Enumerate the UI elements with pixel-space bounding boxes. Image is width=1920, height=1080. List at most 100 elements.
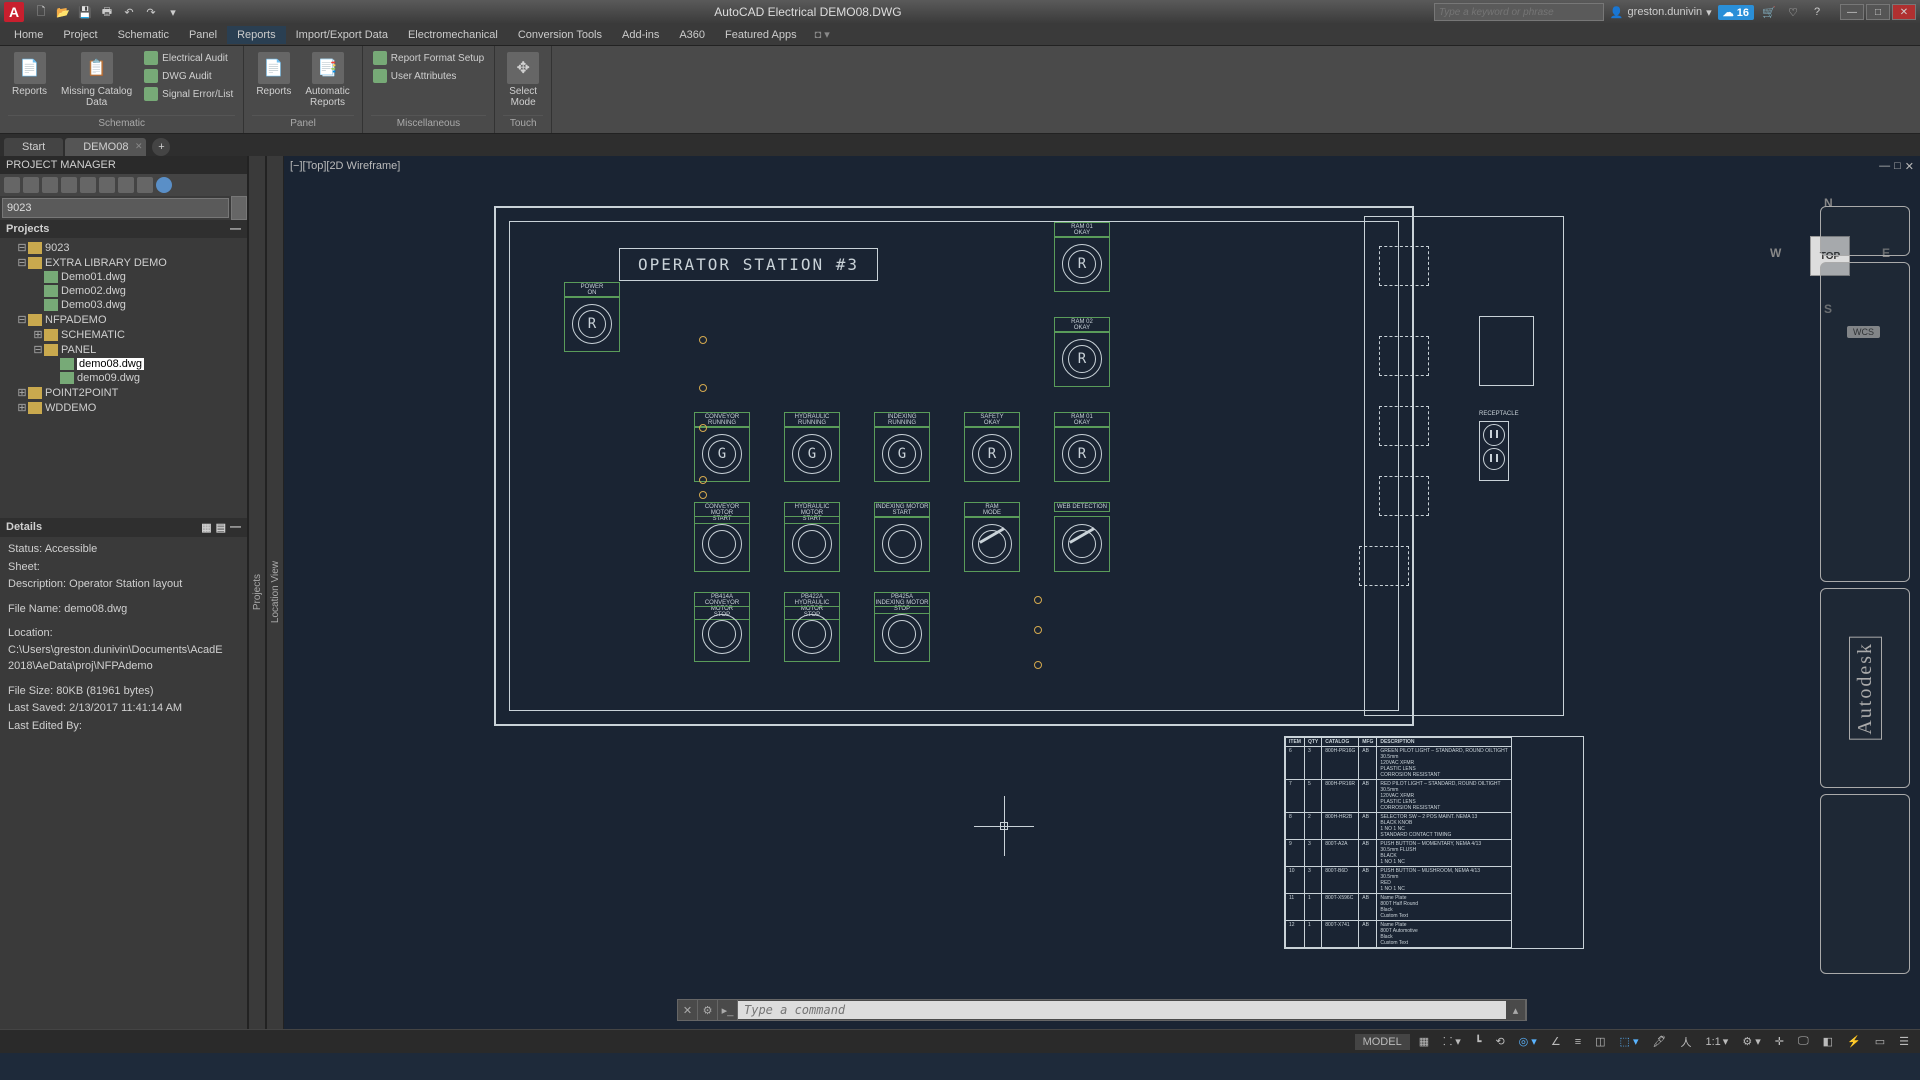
tb-prev-icon[interactable]: [61, 177, 77, 193]
sb-ortho-icon[interactable]: ┗: [1470, 1033, 1487, 1050]
help-icon[interactable]: ?: [1808, 3, 1826, 21]
search-input[interactable]: [1434, 3, 1604, 21]
sb-snap-icon[interactable]: ⸬ ▾: [1438, 1032, 1466, 1051]
viewport-minimize-icon[interactable]: —: [1879, 160, 1890, 173]
details-collapse-icon[interactable]: —: [230, 521, 241, 534]
sb-annoscale-icon[interactable]: 人: [1676, 1032, 1697, 1052]
tb-help-icon[interactable]: [156, 177, 172, 193]
sb-isolate-icon[interactable]: ◧: [1818, 1033, 1838, 1050]
qat-undo-icon[interactable]: ↶: [120, 3, 138, 21]
viewport-label[interactable]: [−][Top][2D Wireframe]: [290, 160, 400, 172]
sb-otrack-icon[interactable]: ∠: [1546, 1033, 1566, 1050]
details-view1-icon[interactable]: ▦: [201, 521, 211, 534]
menu-reports[interactable]: Reports: [227, 26, 286, 44]
expand-icon[interactable]: ⊞: [16, 401, 28, 414]
menu-electromechanical[interactable]: Electromechanical: [398, 26, 508, 44]
tree-node-demo09-dwg[interactable]: demo09.dwg: [2, 371, 245, 385]
sb-hardware-icon[interactable]: ⚡: [1842, 1033, 1866, 1050]
ribbon-automatic-reports[interactable]: 📑AutomaticReports: [301, 50, 353, 110]
sb-model[interactable]: MODEL: [1355, 1034, 1410, 1050]
tree-node-wddemo[interactable]: ⊞WDDEMO: [2, 400, 245, 415]
sb-transparency-icon[interactable]: ◫: [1590, 1033, 1610, 1050]
sb-scale[interactable]: 1:1 ▾: [1701, 1033, 1734, 1050]
cart-icon[interactable]: 🛒: [1760, 3, 1778, 21]
expand-icon[interactable]: ⊟: [16, 313, 28, 326]
tb-settings-icon[interactable]: [137, 177, 153, 193]
qat-print-icon[interactable]: 🖶: [98, 3, 116, 21]
sb-add-icon[interactable]: ✛: [1770, 1033, 1789, 1050]
maximize-button[interactable]: □: [1866, 4, 1890, 20]
ribbon-signal-error-list[interactable]: Signal Error/List: [142, 86, 235, 102]
tree-node-9023[interactable]: ⊟9023: [2, 240, 245, 255]
qat-more-icon[interactable]: ▾: [164, 3, 182, 21]
location-side-strip[interactable]: Location View: [266, 156, 284, 1029]
menu-schematic[interactable]: Schematic: [108, 26, 179, 44]
sb-lineweight-icon[interactable]: ≡: [1570, 1034, 1586, 1050]
close-button[interactable]: ✕: [1892, 4, 1916, 20]
menu-add-ins[interactable]: Add-ins: [612, 26, 669, 44]
projects-side-strip[interactable]: Projects: [248, 156, 266, 1029]
viewport-close-icon[interactable]: ✕: [1905, 160, 1914, 173]
menu-project[interactable]: Project: [53, 26, 107, 44]
qat-open-icon[interactable]: 📂: [54, 3, 72, 21]
doctab-demo08[interactable]: DEMO08✕: [65, 138, 146, 156]
tree-node-schematic[interactable]: ⊞SCHEMATIC: [2, 327, 245, 342]
doctab-add[interactable]: +: [152, 138, 170, 156]
tb-up-icon[interactable]: [99, 177, 115, 193]
menu-overflow-icon[interactable]: ◘ ▾: [815, 28, 830, 41]
favorite-icon[interactable]: ♡: [1784, 3, 1802, 21]
sb-workspace-icon[interactable]: ⚙ ▾: [1737, 1033, 1765, 1050]
command-line[interactable]: ✕ ⚙ ▸_ ▴: [677, 999, 1527, 1021]
project-dropdown-icon[interactable]: [231, 196, 247, 220]
tree-node-point2point[interactable]: ⊞POINT2POINT: [2, 385, 245, 400]
menu-a360[interactable]: A360: [669, 26, 715, 44]
sb-annotation-icon[interactable]: 🖋: [1648, 1033, 1672, 1050]
expand-icon[interactable]: ⊞: [32, 328, 44, 341]
menu-home[interactable]: Home: [4, 26, 53, 44]
expand-icon[interactable]: ⊟: [16, 256, 28, 269]
tree-node-demo01-dwg[interactable]: Demo01.dwg: [2, 270, 245, 284]
tree-node-demo08-dwg[interactable]: demo08.dwg: [2, 357, 245, 371]
expand-icon[interactable]: ⊟: [16, 241, 28, 254]
ribbon-electrical-audit[interactable]: Electrical Audit: [142, 50, 235, 66]
ribbon-reports[interactable]: 📄Reports: [8, 50, 51, 99]
tb-open-icon[interactable]: [23, 177, 39, 193]
menu-panel[interactable]: Panel: [179, 26, 227, 44]
expand-icon[interactable]: ⊞: [16, 386, 28, 399]
viewcube-west[interactable]: W: [1770, 246, 1781, 260]
app-logo[interactable]: A: [4, 2, 24, 22]
cmd-close-icon[interactable]: ✕: [678, 1000, 698, 1020]
sb-customize-icon[interactable]: ☰: [1894, 1033, 1914, 1050]
details-view2-icon[interactable]: ▤: [216, 521, 226, 534]
details-section-header[interactable]: Details ▦ ▤ —: [0, 518, 247, 537]
sb-osnap-icon[interactable]: ◎ ▾: [1514, 1033, 1542, 1050]
tb-next-icon[interactable]: [80, 177, 96, 193]
notification-badge[interactable]: ☁ 16: [1718, 5, 1754, 20]
tb-new-icon[interactable]: [4, 177, 20, 193]
cmd-options-icon[interactable]: ⚙: [698, 1000, 718, 1020]
menu-featured-apps[interactable]: Featured Apps: [715, 26, 807, 44]
tree-node-demo03-dwg[interactable]: Demo03.dwg: [2, 298, 245, 312]
ribbon-select-mode[interactable]: ✥SelectMode: [503, 50, 543, 110]
qat-redo-icon[interactable]: ↷: [142, 3, 160, 21]
tb-down-icon[interactable]: [118, 177, 134, 193]
menu-conversion-tools[interactable]: Conversion Tools: [508, 26, 612, 44]
drawing-viewport[interactable]: [−][Top][2D Wireframe] — □ ✕ OPERATOR ST…: [284, 156, 1920, 1029]
doctab-start[interactable]: Start: [4, 138, 63, 156]
nav-pan-zoom[interactable]: [1820, 262, 1910, 582]
sb-polar-icon[interactable]: ⟲: [1490, 1033, 1509, 1050]
tree-node-nfpademo[interactable]: ⊟NFPADEMO: [2, 312, 245, 327]
ribbon-missing-catalog-data[interactable]: 📋Missing CatalogData: [57, 50, 136, 110]
sb-monitor-icon[interactable]: 🖵: [1793, 1033, 1814, 1050]
tree-node-panel[interactable]: ⊟PANEL: [2, 342, 245, 357]
expand-icon[interactable]: ⊟: [32, 343, 44, 356]
project-selector[interactable]: [2, 198, 229, 218]
nav-wheel[interactable]: [1820, 206, 1910, 256]
tb-refresh-icon[interactable]: [42, 177, 58, 193]
qat-save-icon[interactable]: 💾: [76, 3, 94, 21]
ribbon-reports[interactable]: 📄Reports: [252, 50, 295, 99]
qat-new-icon[interactable]: 🗋: [32, 3, 50, 21]
user-menu[interactable]: 👤 greston.dunivin ▾: [1610, 6, 1712, 19]
ribbon-report-format-setup[interactable]: Report Format Setup: [371, 50, 486, 66]
cmd-expand-icon[interactable]: ▴: [1506, 1000, 1526, 1020]
